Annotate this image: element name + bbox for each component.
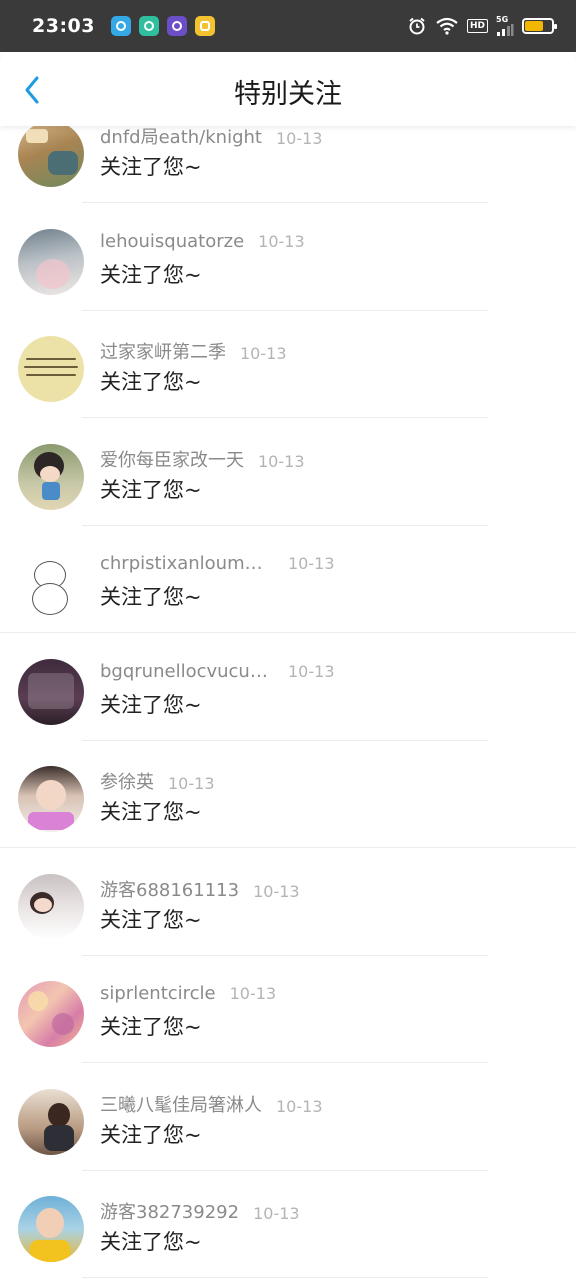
follow-date: 10-13 <box>253 881 300 901</box>
signal-icon: 5G <box>496 16 514 36</box>
wifi-icon <box>436 17 458 35</box>
user-name[interactable]: 爱你每臣家改一天 <box>100 446 244 472</box>
follow-date: 10-13 <box>288 554 335 573</box>
avatar[interactable] <box>18 336 84 402</box>
status-bar: 23:03 HD 5G <box>0 0 576 52</box>
list-item[interactable]: 参徐英 10-13 关注了您~ <box>0 741 576 849</box>
follow-message: 关注了您~ <box>100 800 202 824</box>
list-item[interactable]: lehouisquatorze 10-13 关注了您~ <box>0 204 576 312</box>
follow-date: 10-13 <box>258 451 305 471</box>
list-item[interactable]: 三曦八髦佳局箸淋人 10-13 关注了您~ <box>0 1064 576 1172</box>
follow-date: 10-13 <box>168 774 215 793</box>
user-name[interactable]: bgqrunellocvucugee <box>100 661 268 682</box>
hd-badge: HD <box>466 19 488 33</box>
list-item[interactable]: 游客688161113 10-13 关注了您~ <box>0 849 576 957</box>
avatar[interactable] <box>18 121 84 187</box>
follow-message: 关注了您~ <box>100 692 202 717</box>
list-item[interactable]: 过家家岍第二季 10-13 关注了您~ <box>0 311 576 419</box>
avatar[interactable] <box>18 443 84 510</box>
follow-date: 10-13 <box>275 129 323 148</box>
avatar[interactable] <box>18 1088 84 1155</box>
user-name[interactable]: chrpistixanloumoue <box>100 553 268 574</box>
follow-date: 10-13 <box>253 1204 300 1223</box>
list-item[interactable]: 游客382739292 10-13 关注了您~ <box>0 1171 576 1279</box>
name-line: 爱你每臣家改一天 10-13 <box>100 446 305 472</box>
name-line: 游客382739292 10-13 <box>100 1198 300 1224</box>
follow-message: 关注了您~ <box>100 1015 202 1039</box>
user-name[interactable]: 游客688161113 <box>100 876 239 902</box>
name-line: dnfd局eath/knight 10-13 <box>100 123 322 149</box>
user-name[interactable]: 三曦八髦佳局箸淋人 <box>100 1091 262 1117</box>
follow-date: 10-13 <box>276 1096 323 1116</box>
follow-message: 关注了您~ <box>100 262 202 287</box>
status-indicators: HD 5G <box>407 16 557 36</box>
user-name[interactable]: 过家家岍第二季 <box>100 338 226 364</box>
avatar[interactable] <box>18 228 84 295</box>
follow-message: 关注了您~ <box>100 477 202 502</box>
divider <box>82 1277 488 1278</box>
network-type-label: 5G <box>496 15 509 24</box>
user-name[interactable]: 参徐英 <box>100 768 154 794</box>
avatar[interactable] <box>18 658 84 725</box>
avatar[interactable] <box>18 981 84 1047</box>
follow-date: 10-13 <box>229 984 277 1003</box>
name-line: siprlentcircle 10-13 <box>100 983 276 1004</box>
name-line: lehouisquatorze 10-13 <box>100 231 305 252</box>
name-line: 游客688161113 10-13 <box>100 876 300 902</box>
user-name[interactable]: siprlentcircle <box>100 983 216 1004</box>
follow-message: 关注了您~ <box>100 585 202 609</box>
name-line: chrpistixanloumoue 10-13 <box>100 553 335 574</box>
app-notification-icon-1 <box>110 16 131 36</box>
app-notification-icon-3 <box>166 16 187 36</box>
follow-message: 关注了您~ <box>100 907 202 932</box>
list-item[interactable]: siprlentcircle 10-13 关注了您~ <box>0 956 576 1064</box>
avatar[interactable] <box>18 551 84 617</box>
list-item[interactable]: bgqrunellocvucugee 10-13 关注了您~ <box>0 634 576 742</box>
follow-message: 关注了您~ <box>100 1230 202 1254</box>
follow-date: 10-13 <box>240 344 287 363</box>
name-line: 参徐英 10-13 <box>100 768 215 794</box>
avatar[interactable] <box>18 1196 84 1262</box>
notification-icons <box>110 16 215 36</box>
follow-message: 关注了您~ <box>100 1122 202 1147</box>
follow-message: 关注了您~ <box>100 155 202 179</box>
follow-notification-list: dnfd局eath/knight 10-13 关注了您~ lehouisquato… <box>0 96 576 1279</box>
follow-date: 10-13 <box>258 231 305 251</box>
avatar[interactable] <box>18 766 84 832</box>
header: 特别关注 <box>0 52 576 126</box>
app-notification-icon-2 <box>138 16 159 36</box>
user-name[interactable]: dnfd局eath/knight <box>100 123 262 149</box>
alarm-icon <box>409 17 425 35</box>
page-title: 特别关注 <box>234 79 342 110</box>
avatar[interactable] <box>18 873 84 940</box>
user-name[interactable]: lehouisquatorze <box>100 231 244 252</box>
name-line: 过家家岍第二季 10-13 <box>100 338 287 364</box>
app-notification-icon-4 <box>194 16 215 36</box>
battery-icon <box>522 18 557 34</box>
follow-message: 关注了您~ <box>100 370 202 394</box>
follow-date: 10-13 <box>288 661 335 681</box>
status-time: 23:03 <box>32 15 95 37</box>
name-line: 三曦八髦佳局箸淋人 10-13 <box>100 1091 323 1117</box>
user-name[interactable]: 游客382739292 <box>100 1198 239 1224</box>
list-item[interactable]: 爱你每臣家改一天 10-13 关注了您~ <box>0 419 576 527</box>
list-item[interactable]: chrpistixanloumoue 10-13 关注了您~ <box>0 526 576 634</box>
name-line: bgqrunellocvucugee 10-13 <box>100 661 335 682</box>
